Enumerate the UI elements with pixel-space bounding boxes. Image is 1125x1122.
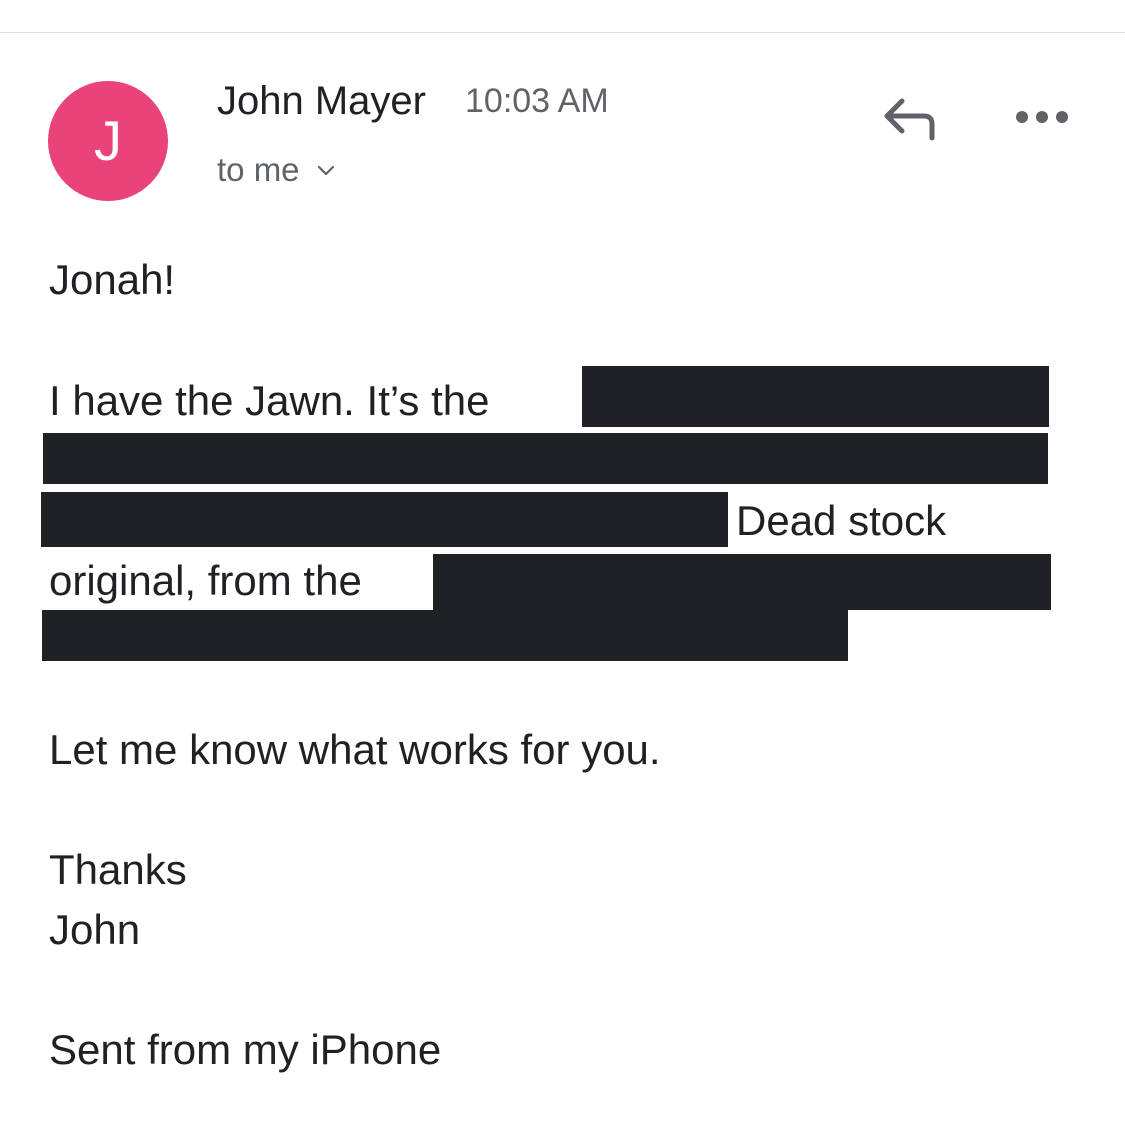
- avatar[interactable]: J: [48, 81, 168, 201]
- greeting-text: Jonah!: [49, 256, 176, 303]
- redacted-block: [42, 610, 848, 661]
- redacted-block: [43, 433, 1048, 484]
- redacted-block: [433, 554, 1051, 610]
- body-line-1: I have the Jawn. It’s the: [49, 377, 490, 424]
- signature-text: John: [49, 906, 141, 953]
- redacted-block: [41, 492, 728, 547]
- more-options-button[interactable]: [1006, 92, 1078, 142]
- sender-name[interactable]: John Mayer: [217, 77, 426, 125]
- reply-button[interactable]: [872, 86, 946, 150]
- redacted-block: [582, 366, 1049, 427]
- sent-time: 10:03 AM: [465, 82, 609, 120]
- top-divider: [0, 32, 1125, 33]
- chevron-down-icon: [317, 165, 334, 176]
- recipient-details-toggle[interactable]: to me: [217, 150, 338, 190]
- reply-icon: [884, 98, 935, 141]
- body-line-4: original, from the: [49, 557, 362, 604]
- signoff-text: Thanks: [49, 846, 187, 893]
- closing-text: Let me know what works for you.: [49, 726, 661, 773]
- avatar-initial: J: [94, 109, 122, 172]
- more-horizontal-icon: [1016, 111, 1068, 123]
- recipient-label: to me: [217, 151, 300, 188]
- footer-text: Sent from my iPhone: [49, 1026, 442, 1073]
- body-line-3: Dead stock: [736, 497, 947, 544]
